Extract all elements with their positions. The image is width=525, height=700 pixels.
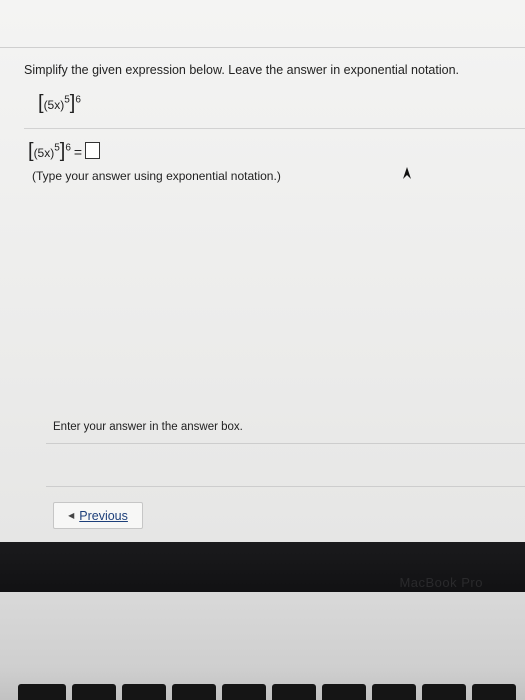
equals-sign: = bbox=[73, 144, 83, 160]
key bbox=[72, 684, 116, 700]
given-expression: [(5x)5]6 bbox=[38, 92, 81, 114]
mouse-cursor-icon bbox=[403, 167, 411, 179]
answer-hint: (Type your answer using exponential nota… bbox=[32, 169, 281, 183]
key bbox=[272, 684, 316, 700]
answer-expression: [(5x)5]6 = bbox=[28, 140, 101, 163]
key bbox=[172, 684, 216, 700]
key bbox=[422, 684, 466, 700]
previous-button[interactable]: ◀ Previous bbox=[53, 502, 143, 529]
question-divider bbox=[24, 128, 525, 129]
key bbox=[322, 684, 366, 700]
left-arrow-icon: ◀ bbox=[68, 511, 75, 520]
key bbox=[122, 684, 166, 700]
browser-page: Simplify the given expression below. Lea… bbox=[0, 0, 525, 542]
key bbox=[372, 684, 416, 700]
question-prompt: Simplify the given expression below. Lea… bbox=[24, 63, 459, 77]
status-message: Enter your answer in the answer box. bbox=[53, 421, 243, 433]
header-divider bbox=[0, 47, 525, 48]
nav-divider bbox=[46, 486, 525, 487]
answer-input-box[interactable] bbox=[85, 142, 101, 159]
key bbox=[18, 684, 66, 700]
key bbox=[222, 684, 266, 700]
laptop-brand-label: MacBook Pro bbox=[399, 575, 483, 590]
keyboard-keys bbox=[0, 684, 525, 700]
key bbox=[472, 684, 516, 700]
status-divider bbox=[46, 443, 525, 444]
previous-label: Previous bbox=[79, 508, 128, 523]
